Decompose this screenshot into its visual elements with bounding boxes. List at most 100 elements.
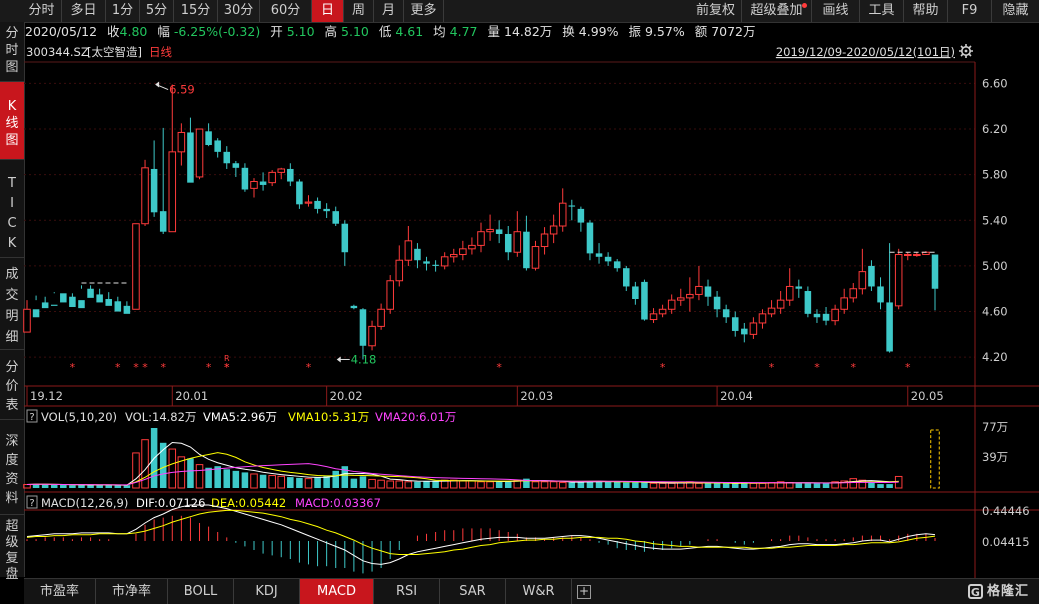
indicator-tab-rsi[interactable]: RSI xyxy=(374,579,440,604)
candle-body xyxy=(195,128,204,178)
logo-g-icon: G xyxy=(967,584,983,599)
vma5-value: VMA5:2.96万 xyxy=(203,410,277,424)
macd-panel-header: ? MACD(12,26,9) DIF:0.07126 DEA:0.05442 … xyxy=(26,495,381,510)
annotation-label: 6.59 xyxy=(169,83,195,97)
candle-body xyxy=(214,140,221,152)
candle-body xyxy=(604,256,612,262)
candle-body xyxy=(477,231,485,246)
indicator-tab-boll[interactable]: BOLL xyxy=(168,579,234,604)
price-tick-label: 5.00 xyxy=(982,259,1008,273)
candle-body xyxy=(368,325,376,347)
volume-bar xyxy=(713,483,721,488)
event-star-icon: * xyxy=(206,361,212,374)
price-tick-label: 4.60 xyxy=(982,305,1008,319)
candle-body xyxy=(132,223,140,310)
candle-body xyxy=(632,286,639,300)
vol-title: VOL(5,10,20) xyxy=(41,410,117,424)
candle-body xyxy=(377,308,385,327)
vol-axis-top: 77万 xyxy=(982,420,1008,434)
volume-bar xyxy=(758,482,767,489)
candle-body xyxy=(804,291,812,314)
candle-body xyxy=(649,313,658,321)
indicator-tab-sar[interactable]: SAR xyxy=(440,579,506,604)
event-star-icon: * xyxy=(70,361,76,374)
dif-value: DIF:0.07126 xyxy=(136,496,205,510)
indicator-tab-pb[interactable]: 市净率 xyxy=(96,579,168,604)
volume-bar xyxy=(296,477,303,488)
event-star-icon: * xyxy=(905,361,911,374)
volume-bar xyxy=(540,481,549,489)
volume-bar xyxy=(414,481,421,488)
annotation-arrowhead xyxy=(155,81,160,88)
volume-bar xyxy=(195,464,204,489)
volume-bar xyxy=(749,482,758,489)
volume-bar xyxy=(731,483,739,488)
indicator-tab-macd[interactable]: MACD xyxy=(300,579,374,604)
event-star-icon: * xyxy=(142,361,148,374)
candle-body xyxy=(586,222,594,254)
volume-bar xyxy=(287,477,294,488)
indicator-tab-kdj[interactable]: KDJ xyxy=(234,579,300,604)
volume-bar xyxy=(804,483,812,488)
volume-bar xyxy=(377,479,385,489)
candle-body xyxy=(613,261,621,269)
indicator-tab-wr[interactable]: W&R xyxy=(506,579,572,604)
volume-bar xyxy=(649,482,658,489)
candle-body xyxy=(913,254,921,257)
volume-bar xyxy=(114,485,122,488)
date-x-axis: 19.12 20.01 20.02 20.03 20.04 20.05 xyxy=(26,386,944,406)
candle-body xyxy=(277,168,286,173)
event-star-icon: * xyxy=(660,361,666,374)
candle-body xyxy=(558,202,567,227)
volume-bar xyxy=(495,481,503,488)
vol-help-icon-glyph: ? xyxy=(29,412,34,423)
candle-body xyxy=(504,233,512,253)
macd-axis-mid: 0.04415 xyxy=(982,535,1030,549)
kline-chart[interactable]: 300344.SZ [太空智造] 日线 2019/12/09-2020/05/1… xyxy=(0,0,1039,578)
candle-body xyxy=(459,248,467,256)
volume-bar xyxy=(568,482,576,488)
add-indicator-button[interactable]: + xyxy=(572,579,596,604)
candle-body xyxy=(713,296,721,310)
candle-body xyxy=(495,229,503,234)
candle-body xyxy=(658,308,667,315)
volume-bar xyxy=(395,480,404,489)
candle-body xyxy=(540,233,549,248)
settings-gear-icon[interactable] xyxy=(959,44,973,58)
vol-value: VOL:14.82万 xyxy=(125,410,196,424)
volume-bar xyxy=(187,458,194,488)
indicator-tab-pe[interactable]: 市盈率 xyxy=(24,579,96,604)
volume-bar xyxy=(641,482,648,488)
volume-bar xyxy=(332,470,339,488)
volume-layer xyxy=(23,428,940,489)
volume-bar xyxy=(277,475,286,489)
candle-body xyxy=(776,299,785,309)
date-range-link[interactable]: 2019/12/09-2020/05/12(101日) xyxy=(776,45,955,59)
macd-title: MACD(12,26,9) xyxy=(41,496,128,510)
candle-body xyxy=(241,167,249,190)
candle-body xyxy=(414,248,421,261)
date-tick-label: 20.04 xyxy=(720,389,753,403)
candle-body xyxy=(78,300,85,309)
candle-body xyxy=(749,322,758,335)
volume-bar xyxy=(886,484,893,488)
stock-code: 300344.SZ xyxy=(26,45,89,59)
stock-name: [太空智造] xyxy=(87,45,142,59)
macd-help-icon-glyph: ? xyxy=(29,498,34,509)
price-tick-label: 6.60 xyxy=(982,76,1008,90)
volume-highlight xyxy=(930,429,940,489)
volume-bar xyxy=(259,474,267,488)
candle-body xyxy=(32,309,40,318)
volume-bar xyxy=(304,478,313,489)
candle-body xyxy=(513,231,522,253)
candle-body xyxy=(187,132,194,183)
candle-body xyxy=(877,286,884,303)
volume-bar xyxy=(432,480,439,488)
volume-bar xyxy=(632,482,639,488)
candle-body xyxy=(105,299,112,306)
candle-body xyxy=(96,294,103,303)
candles-layer xyxy=(23,84,939,360)
price-tick-label: 6.20 xyxy=(982,122,1008,136)
candle-body xyxy=(894,254,903,307)
candle-body xyxy=(323,208,330,212)
